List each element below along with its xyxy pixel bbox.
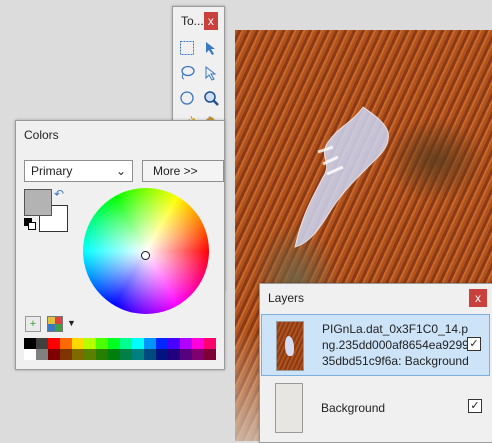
layer-row[interactable]: PIGnLa.dat_0x3F1C0_14.png.235dd000af8654… <box>261 314 490 376</box>
move-selection-icon[interactable] <box>199 36 223 60</box>
palette-swatch[interactable] <box>192 349 204 360</box>
color-wheel-marker[interactable] <box>141 251 150 260</box>
chevron-down-icon: ⌄ <box>115 164 126 178</box>
layer-name: Background <box>321 401 386 415</box>
palette-swatch[interactable] <box>84 349 96 360</box>
palette-swatch[interactable] <box>60 349 72 360</box>
layers-titlebar[interactable]: Layers x <box>260 284 492 312</box>
palette-swatch[interactable] <box>36 349 48 360</box>
palette-swatch[interactable] <box>120 349 132 360</box>
tools-titlebar[interactable]: To... x <box>173 7 224 35</box>
palette-menu-icon[interactable] <box>47 316 63 332</box>
palette-swatch[interactable] <box>48 349 60 360</box>
palette-dropdown-icon[interactable]: ▼ <box>67 318 76 328</box>
layers-window: Layers x PIGnLa.dat_0x3F1C0_14.png.235dd… <box>259 283 492 443</box>
palette-swatch[interactable] <box>96 338 108 349</box>
selection-overlay <box>294 106 389 248</box>
palette-swatch[interactable] <box>144 338 156 349</box>
color-palette <box>24 338 216 360</box>
palette-swatch[interactable] <box>156 338 168 349</box>
colors-title: Colors <box>24 128 59 142</box>
layer-visibility-checkbox[interactable]: ✓ <box>467 337 481 351</box>
palette-swatch[interactable] <box>24 338 36 349</box>
palette-swatch[interactable] <box>36 338 48 349</box>
layers-close-button[interactable]: x <box>469 289 487 307</box>
reset-colors-icon[interactable] <box>24 218 36 230</box>
palette-swatch[interactable] <box>60 338 72 349</box>
color-mode-dropdown[interactable]: Primary ⌄ <box>24 160 133 182</box>
color-wheel[interactable] <box>83 188 209 314</box>
palette-swatch[interactable] <box>156 349 168 360</box>
primary-color-swatch[interactable] <box>24 189 52 216</box>
move-selected-icon[interactable] <box>199 61 223 85</box>
palette-swatch[interactable] <box>84 338 96 349</box>
layer-thumbnail <box>276 321 304 371</box>
palette-swatch[interactable] <box>72 338 84 349</box>
more-button[interactable]: More >> <box>142 160 224 182</box>
rectangle-select-icon[interactable] <box>175 36 199 60</box>
tools-close-button[interactable]: x <box>203 12 218 30</box>
palette-swatch[interactable] <box>168 338 180 349</box>
palette-swatch[interactable] <box>168 349 180 360</box>
add-to-palette-icon[interactable]: + <box>25 316 41 332</box>
color-mode-value: Primary <box>31 164 73 178</box>
palette-swatch[interactable] <box>204 349 216 360</box>
layers-title: Layers <box>268 291 305 305</box>
layer-name: PIGnLa.dat_0x3F1C0_14.png.235dd000af8654… <box>322 322 469 368</box>
palette-swatch[interactable] <box>180 338 192 349</box>
tools-title: To... <box>181 14 204 28</box>
layer-thumbnail <box>275 383 303 433</box>
layer-visibility-checkbox[interactable]: ✓ <box>468 399 482 413</box>
colors-window: Colors Primary ⌄ More >> ↶ + ▼ <box>15 120 225 370</box>
swap-colors-icon[interactable]: ↶ <box>54 187 64 201</box>
palette-swatch[interactable] <box>24 349 36 360</box>
palette-swatch[interactable] <box>132 338 144 349</box>
palette-swatch[interactable] <box>108 349 120 360</box>
palette-swatch[interactable] <box>108 338 120 349</box>
colors-titlebar[interactable]: Colors <box>16 121 224 149</box>
palette-swatch[interactable] <box>204 338 216 349</box>
palette-swatch[interactable] <box>132 349 144 360</box>
palette-swatch[interactable] <box>180 349 192 360</box>
lasso-select-icon[interactable] <box>175 61 199 85</box>
palette-swatch[interactable] <box>144 349 156 360</box>
ellipse-select-icon[interactable] <box>175 86 199 110</box>
palette-swatch[interactable] <box>192 338 204 349</box>
palette-swatch[interactable] <box>48 338 60 349</box>
layer-row[interactable]: Background ✓ <box>261 377 490 439</box>
palette-swatch[interactable] <box>96 349 108 360</box>
zoom-icon[interactable] <box>199 86 223 110</box>
palette-swatch[interactable] <box>120 338 132 349</box>
palette-swatch[interactable] <box>72 349 84 360</box>
